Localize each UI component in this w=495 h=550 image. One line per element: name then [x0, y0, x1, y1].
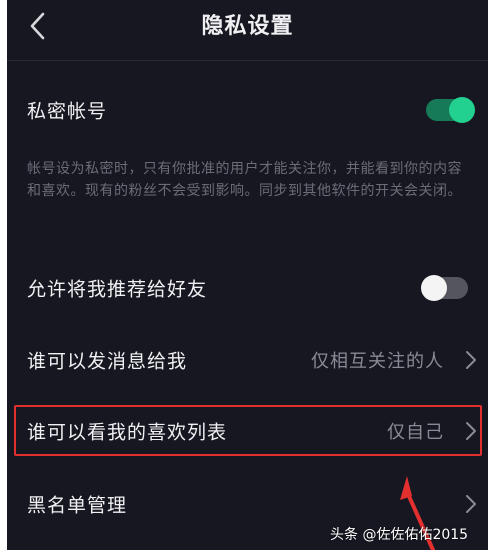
page-title: 隐私设置: [201, 14, 294, 39]
setting-row-message-permission[interactable]: 谁可以发消息给我 仅相互关注的人: [7, 330, 488, 390]
blacklist-label: 黑名单管理: [27, 494, 128, 517]
chevron-right-icon: [466, 422, 476, 440]
privacy-settings-screen: 隐私设置 私密帐号 帐号设为私密时，只有你批准的用户才能关注你，并能看到你的内容…: [7, 0, 488, 550]
chevron-right-icon: [466, 351, 476, 369]
toggle-knob: [421, 275, 447, 301]
chevron-right-icon: [466, 495, 476, 513]
header-divider: [7, 60, 488, 61]
private-account-toggle[interactable]: [426, 97, 475, 123]
navigation-bar: 隐私设置: [7, 0, 488, 52]
setting-row-likes-visibility[interactable]: 谁可以看我的喜欢列表 仅自己: [7, 401, 488, 461]
message-permission-value: 仅相互关注的人: [311, 351, 444, 372]
watermark: 头条 @佐佐佑佑2015: [330, 527, 469, 543]
private-account-description: 帐号设为私密时，只有你批准的用户才能关注你，并能看到你的内容和喜欢。现有的粉丝不…: [27, 161, 462, 199]
recommend-to-friends-label: 允许将我推荐给好友: [27, 278, 208, 301]
message-permission-label: 谁可以发消息给我: [27, 350, 188, 373]
likes-visibility-value: 仅自己: [387, 422, 444, 443]
setting-row-private-account: 私密帐号: [7, 80, 488, 140]
toggle-knob: [449, 97, 475, 123]
setting-row-recommend-to-friends: 允许将我推荐给好友: [7, 258, 488, 318]
likes-visibility-label: 谁可以看我的喜欢列表: [27, 421, 228, 444]
private-account-label: 私密帐号: [27, 100, 108, 123]
recommend-to-friends-toggle[interactable]: [421, 275, 470, 301]
